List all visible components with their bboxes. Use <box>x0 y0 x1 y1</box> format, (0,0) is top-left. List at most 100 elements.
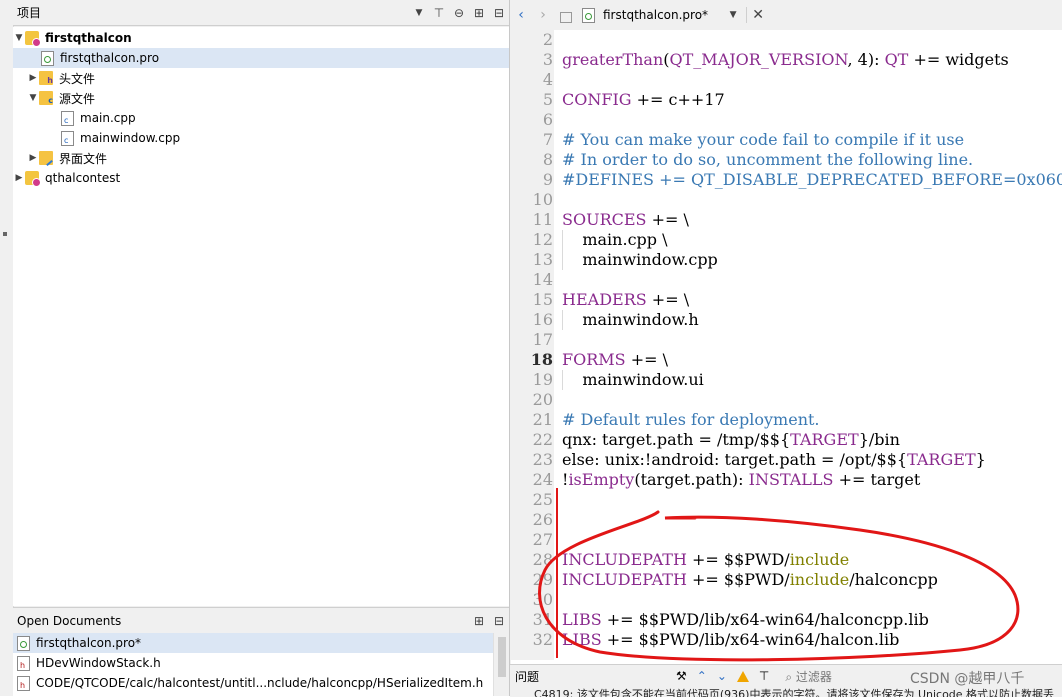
code-line[interactable]: # You can make your code fail to compile… <box>562 130 964 150</box>
chevron-down-icon[interactable]: ⌄ <box>717 669 727 683</box>
filter-input[interactable]: ⌕ 过滤器 <box>785 668 832 685</box>
line-number: 11 <box>532 210 553 229</box>
open-doc-label: HDevWindowStack.h <box>36 656 161 670</box>
open-doc-item[interactable]: CODE/QTCODE/calc/halcontest/untitl...ncl… <box>13 673 510 693</box>
split-icon[interactable]: ⊞ <box>472 614 486 628</box>
header-file-icon <box>17 655 30 671</box>
chevron-up-icon[interactable]: ⌃ <box>697 669 707 683</box>
line-number: 29 <box>532 570 553 589</box>
code-line[interactable]: SOURCES += \ <box>562 210 689 230</box>
tree-item-label: firstqthalcon.pro <box>60 51 160 65</box>
editor-toolbar: ‹ › firstqthalcon.pro* ▼ ✕ <box>510 0 1062 31</box>
open-doc-label: firstqthalcon.pro* <box>36 636 142 650</box>
project-panel-header: 项目 ▼ ⊤ ⊖ ⊞ ⊟ <box>13 0 510 26</box>
left-sidebar: 项目 ▼ ⊤ ⊖ ⊞ ⊟ ▼ firstqthalcon firstqthalc… <box>0 0 511 696</box>
line-number: 5 <box>542 90 553 109</box>
tree-item-headers[interactable]: ▶ 头文件 <box>13 68 510 88</box>
forward-icon[interactable]: › <box>532 7 554 23</box>
link-icon[interactable]: ⊖ <box>452 6 466 20</box>
line-number: 28 <box>532 550 553 569</box>
code-line[interactable]: FORMS += \ <box>562 350 668 370</box>
code-editor[interactable]: greaterThan(QT_MAJOR_VERSION, 4): QT += … <box>554 30 1062 660</box>
line-number: 26 <box>532 510 553 529</box>
line-number: 23 <box>532 450 553 469</box>
open-documents-header: Open Documents ⊞ ⊟ <box>13 607 510 634</box>
code-line[interactable]: INCLUDEPATH += $$PWD/include <box>562 550 849 570</box>
code-line[interactable]: LIBS += $$PWD/lib/x64-win64/halconcpp.li… <box>562 610 929 630</box>
back-icon[interactable]: ‹ <box>510 7 532 23</box>
line-number: 18 <box>530 350 553 369</box>
tree-item-qthalcontest[interactable]: ▶ qthalcontest <box>13 168 510 188</box>
code-line[interactable]: else: unix:!android: target.path = /opt/… <box>562 450 986 470</box>
line-number: 4 <box>542 70 553 89</box>
close-panel-icon[interactable]: ⊟ <box>492 614 506 628</box>
code-line[interactable]: mainwindow.ui <box>562 370 703 390</box>
project-icon <box>25 31 41 47</box>
strip-handle-icon[interactable] <box>3 232 7 236</box>
line-number: 10 <box>532 190 553 209</box>
project-icon <box>25 171 41 187</box>
tree-item-label: main.cpp <box>80 111 136 125</box>
pro-file-icon <box>17 635 30 651</box>
chevron-down-icon[interactable]: ▼ <box>724 10 742 20</box>
code-line[interactable]: mainwindow.h <box>562 310 698 330</box>
pro-file-icon <box>41 50 54 66</box>
code-line[interactable]: INCLUDEPATH += $$PWD/include/halconcpp <box>562 570 938 590</box>
editor-file-tab[interactable]: firstqthalcon.pro* ▼ <box>578 3 746 27</box>
code-line[interactable]: greaterThan(QT_MAJOR_VERSION, 4): QT += … <box>562 50 1009 70</box>
code-line[interactable]: #DEFINES += QT_DISABLE_DEPRECATED_BEFORE… <box>562 170 1062 190</box>
split-icon[interactable]: ⊞ <box>472 6 486 20</box>
filter-icon[interactable]: ⊤ <box>759 669 769 683</box>
tree-item-label: firstqthalcon <box>45 31 132 45</box>
tree-item-sources[interactable]: ▼ 源文件 <box>13 88 510 108</box>
line-number: 17 <box>532 330 553 349</box>
open-doc-item[interactable]: firstqthalcon.pro* <box>13 633 510 653</box>
chevron-right-icon[interactable]: ▶ <box>13 173 25 183</box>
tree-item-firstqthalcon[interactable]: ▼ firstqthalcon <box>13 28 510 48</box>
project-tree: ▼ firstqthalcon firstqthalcon.pro ▶ 头文件 … <box>13 27 510 606</box>
open-doc-item[interactable]: HDevWindowStack.h <box>13 653 510 673</box>
line-number: 6 <box>542 110 553 129</box>
line-number: 30 <box>532 590 553 609</box>
close-panel-icon[interactable]: ⊟ <box>492 6 506 20</box>
tree-item-pro-file[interactable]: firstqthalcon.pro <box>13 48 510 68</box>
code-line[interactable]: main.cpp \ <box>562 230 667 250</box>
tree-item-mainwindow-cpp[interactable]: mainwindow.cpp <box>13 128 510 148</box>
forms-folder-icon <box>39 151 53 165</box>
chevron-right-icon[interactable]: ▶ <box>27 153 39 163</box>
line-number: 24 <box>532 470 553 489</box>
code-line[interactable]: mainwindow.cpp <box>562 250 717 270</box>
line-number: 14 <box>532 270 553 289</box>
code-line[interactable]: # In order to do so, uncomment the follo… <box>562 150 973 170</box>
line-number: 3 <box>542 50 553 69</box>
chevron-down-icon[interactable]: ▼ <box>27 93 39 103</box>
code-line[interactable]: CONFIG += c++17 <box>562 90 725 110</box>
editor-file-name: firstqthalcon.pro* <box>603 8 709 22</box>
line-number: 7 <box>542 130 553 149</box>
code-line[interactable]: LIBS += $$PWD/lib/x64-win64/halcon.lib <box>562 630 899 650</box>
code-line[interactable]: HEADERS += \ <box>562 290 689 310</box>
chevron-down-icon[interactable]: ▼ <box>13 33 25 43</box>
scrollbar-thumb[interactable] <box>498 637 506 677</box>
close-icon[interactable]: ✕ <box>746 7 769 23</box>
open-doc-label: CODE/QTCODE/calc/halcontest/untitl...ncl… <box>36 676 484 690</box>
line-number: 20 <box>532 390 553 409</box>
line-number: 21 <box>532 410 553 429</box>
warning-icon[interactable] <box>736 670 749 682</box>
tree-item-forms[interactable]: ▶ 界面文件 <box>13 148 510 168</box>
code-line[interactable]: # Default rules for deployment. <box>562 410 820 430</box>
tree-item-main-cpp[interactable]: main.cpp <box>13 108 510 128</box>
line-number: 31 <box>532 610 553 629</box>
filter-icon[interactable]: ⊤ <box>432 6 446 20</box>
line-number: 12 <box>532 230 553 249</box>
open-documents-title: Open Documents <box>17 613 122 628</box>
code-line[interactable]: qnx: target.path = /tmp/$${TARGET}/bin <box>562 430 900 450</box>
view-dropdown-icon[interactable]: ▼ <box>412 8 426 18</box>
line-number: 9 <box>542 170 553 189</box>
line-number: 22 <box>532 430 553 449</box>
code-line[interactable]: !isEmpty(target.path): INSTALLS += targe… <box>562 470 920 490</box>
line-number: 19 <box>532 370 553 389</box>
build-icon[interactable]: ⚒ <box>676 669 687 683</box>
cpp-file-icon <box>61 130 74 146</box>
chevron-right-icon[interactable]: ▶ <box>27 73 39 83</box>
